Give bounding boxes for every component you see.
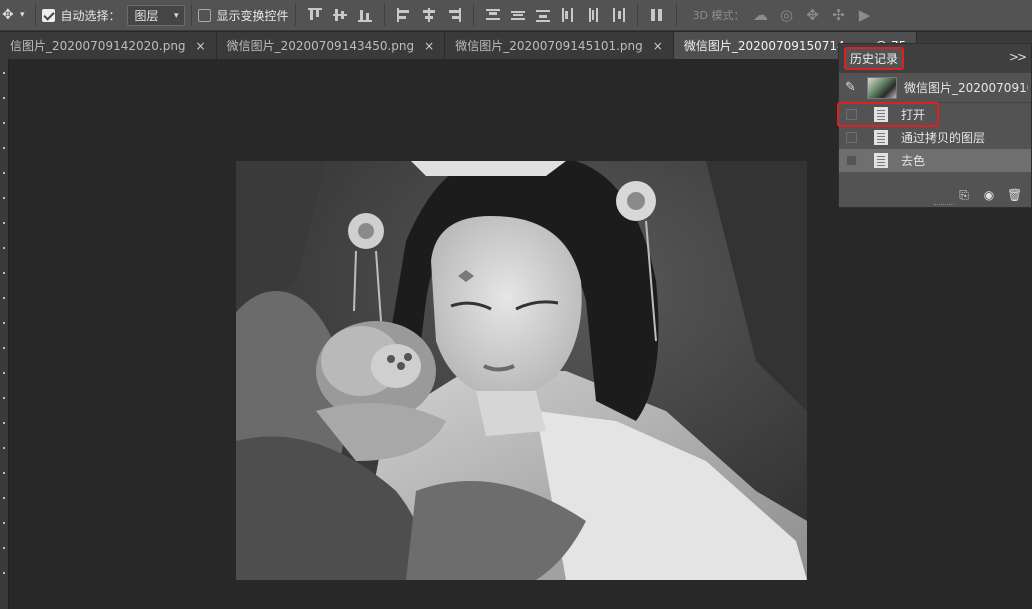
distribute-top-icon[interactable] <box>485 7 501 23</box>
align-top-icon[interactable] <box>307 7 323 23</box>
3d-pan-icon[interactable]: ✥ <box>805 7 821 23</box>
history-brush-source-box[interactable] <box>846 155 857 166</box>
3d-tools: ☁ ◎ ✥ ✣ ▶ <box>753 7 873 23</box>
chevron-down-icon: ▾ <box>174 10 179 21</box>
align-bottom-icon[interactable] <box>357 7 373 23</box>
separator <box>34 4 36 26</box>
history-brush-source-box[interactable] <box>846 109 857 120</box>
layer-select-value: 图层 <box>134 8 159 23</box>
align-horizontal-buttons <box>396 7 462 23</box>
tab-label: 信图片_20200709142020.png <box>10 39 186 53</box>
distribute-right-icon[interactable] <box>610 7 626 23</box>
distribute-hcenter-icon[interactable] <box>585 7 601 23</box>
separator <box>472 4 474 26</box>
separator <box>294 4 296 26</box>
separator <box>636 4 638 26</box>
history-step-open[interactable]: 打开 <box>837 102 1031 127</box>
separator <box>675 4 677 26</box>
tool-preset-chevron-icon[interactable]: ▾ <box>20 10 25 20</box>
resize-grip[interactable] <box>934 204 954 207</box>
history-brush-icon[interactable]: ✎ <box>845 80 865 95</box>
3d-orbit-icon[interactable]: ☁ <box>753 7 769 23</box>
3d-camera-icon[interactable]: ▶ <box>857 7 873 23</box>
tab-document-3[interactable]: 微信图片_20200709145101.png × <box>445 32 674 59</box>
history-step-desaturate[interactable]: 去色 <box>839 149 1031 172</box>
tab-document-1[interactable]: 信图片_20200709142020.png × <box>0 32 217 59</box>
history-panel-header: 历史记录 >> <box>839 44 1031 73</box>
auto-select-checkbox[interactable] <box>41 8 55 22</box>
auto-align-icon[interactable] <box>649 7 665 23</box>
camera-icon[interactable]: ◉ <box>982 188 996 202</box>
new-document-from-state-icon[interactable]: ⎘ <box>957 188 971 203</box>
align-right-icon[interactable] <box>446 7 462 23</box>
close-icon[interactable]: × <box>196 39 206 53</box>
auto-select-label: 自动选择： <box>60 8 121 23</box>
history-snapshot[interactable]: ✎ 微信图片_2020070910... <box>839 73 1031 103</box>
document-icon <box>874 153 888 168</box>
tab-label: 微信图片_20200709143450.png <box>226 39 415 53</box>
3d-roll-icon[interactable]: ◎ <box>779 7 795 23</box>
panel-menu-icon[interactable]: >> <box>1009 50 1027 64</box>
align-horizontal-center-icon[interactable] <box>421 7 437 23</box>
history-step-label: 通过拷贝的图层 <box>901 131 986 145</box>
history-step-label: 去色 <box>901 154 926 168</box>
snapshot-name: 微信图片_2020070910... <box>904 81 1028 95</box>
history-step-label: 打开 <box>901 108 926 122</box>
trash-icon[interactable]: 🗑 <box>1007 188 1022 202</box>
align-vertical-center-icon[interactable] <box>332 7 348 23</box>
toolbar-strip[interactable] <box>0 59 9 609</box>
distribute-buttons <box>485 7 626 23</box>
distribute-bottom-icon[interactable] <box>535 7 551 23</box>
grayscale-portrait-image[interactable] <box>236 161 807 580</box>
separator <box>383 4 385 26</box>
close-icon[interactable]: × <box>424 39 434 53</box>
document-icon <box>874 107 888 122</box>
3d-mode-label: 3D 模式： <box>692 9 745 22</box>
document-icon <box>874 130 888 145</box>
align-buttons <box>307 7 373 23</box>
options-bar: ✥ ▾ 自动选择： 图层 ▾ 显示变换控件 3D 模式： ☁ ◎ ✥ ✣ ▶ <box>0 0 1032 31</box>
distribute-left-icon[interactable] <box>560 7 576 23</box>
show-transform-label: 显示变换控件 <box>216 8 289 23</box>
move-tool-icon[interactable]: ✥ <box>2 8 16 22</box>
history-step-layer-via-copy[interactable]: 通过拷贝的图层 <box>839 126 1031 149</box>
history-panel-tab[interactable]: 历史记录 <box>844 47 905 70</box>
separator <box>190 4 192 26</box>
distribute-vcenter-icon[interactable] <box>510 7 526 23</box>
tab-document-2[interactable]: 微信图片_20200709143450.png × <box>217 32 446 59</box>
history-brush-source-box[interactable] <box>846 132 857 143</box>
layer-group-select[interactable]: 图层 ▾ <box>126 4 185 26</box>
3d-slide-icon[interactable]: ✣ <box>831 7 847 23</box>
tab-label: 微信图片_20200709145101.png <box>455 39 643 53</box>
close-icon[interactable]: × <box>653 39 663 53</box>
align-left-icon[interactable] <box>396 7 412 23</box>
history-panel: 历史记录 >> ✎ 微信图片_2020070910... 打开 通过拷贝的图层 … <box>837 43 1032 208</box>
snapshot-thumbnail <box>867 76 897 99</box>
show-transform-checkbox[interactable] <box>197 8 211 22</box>
